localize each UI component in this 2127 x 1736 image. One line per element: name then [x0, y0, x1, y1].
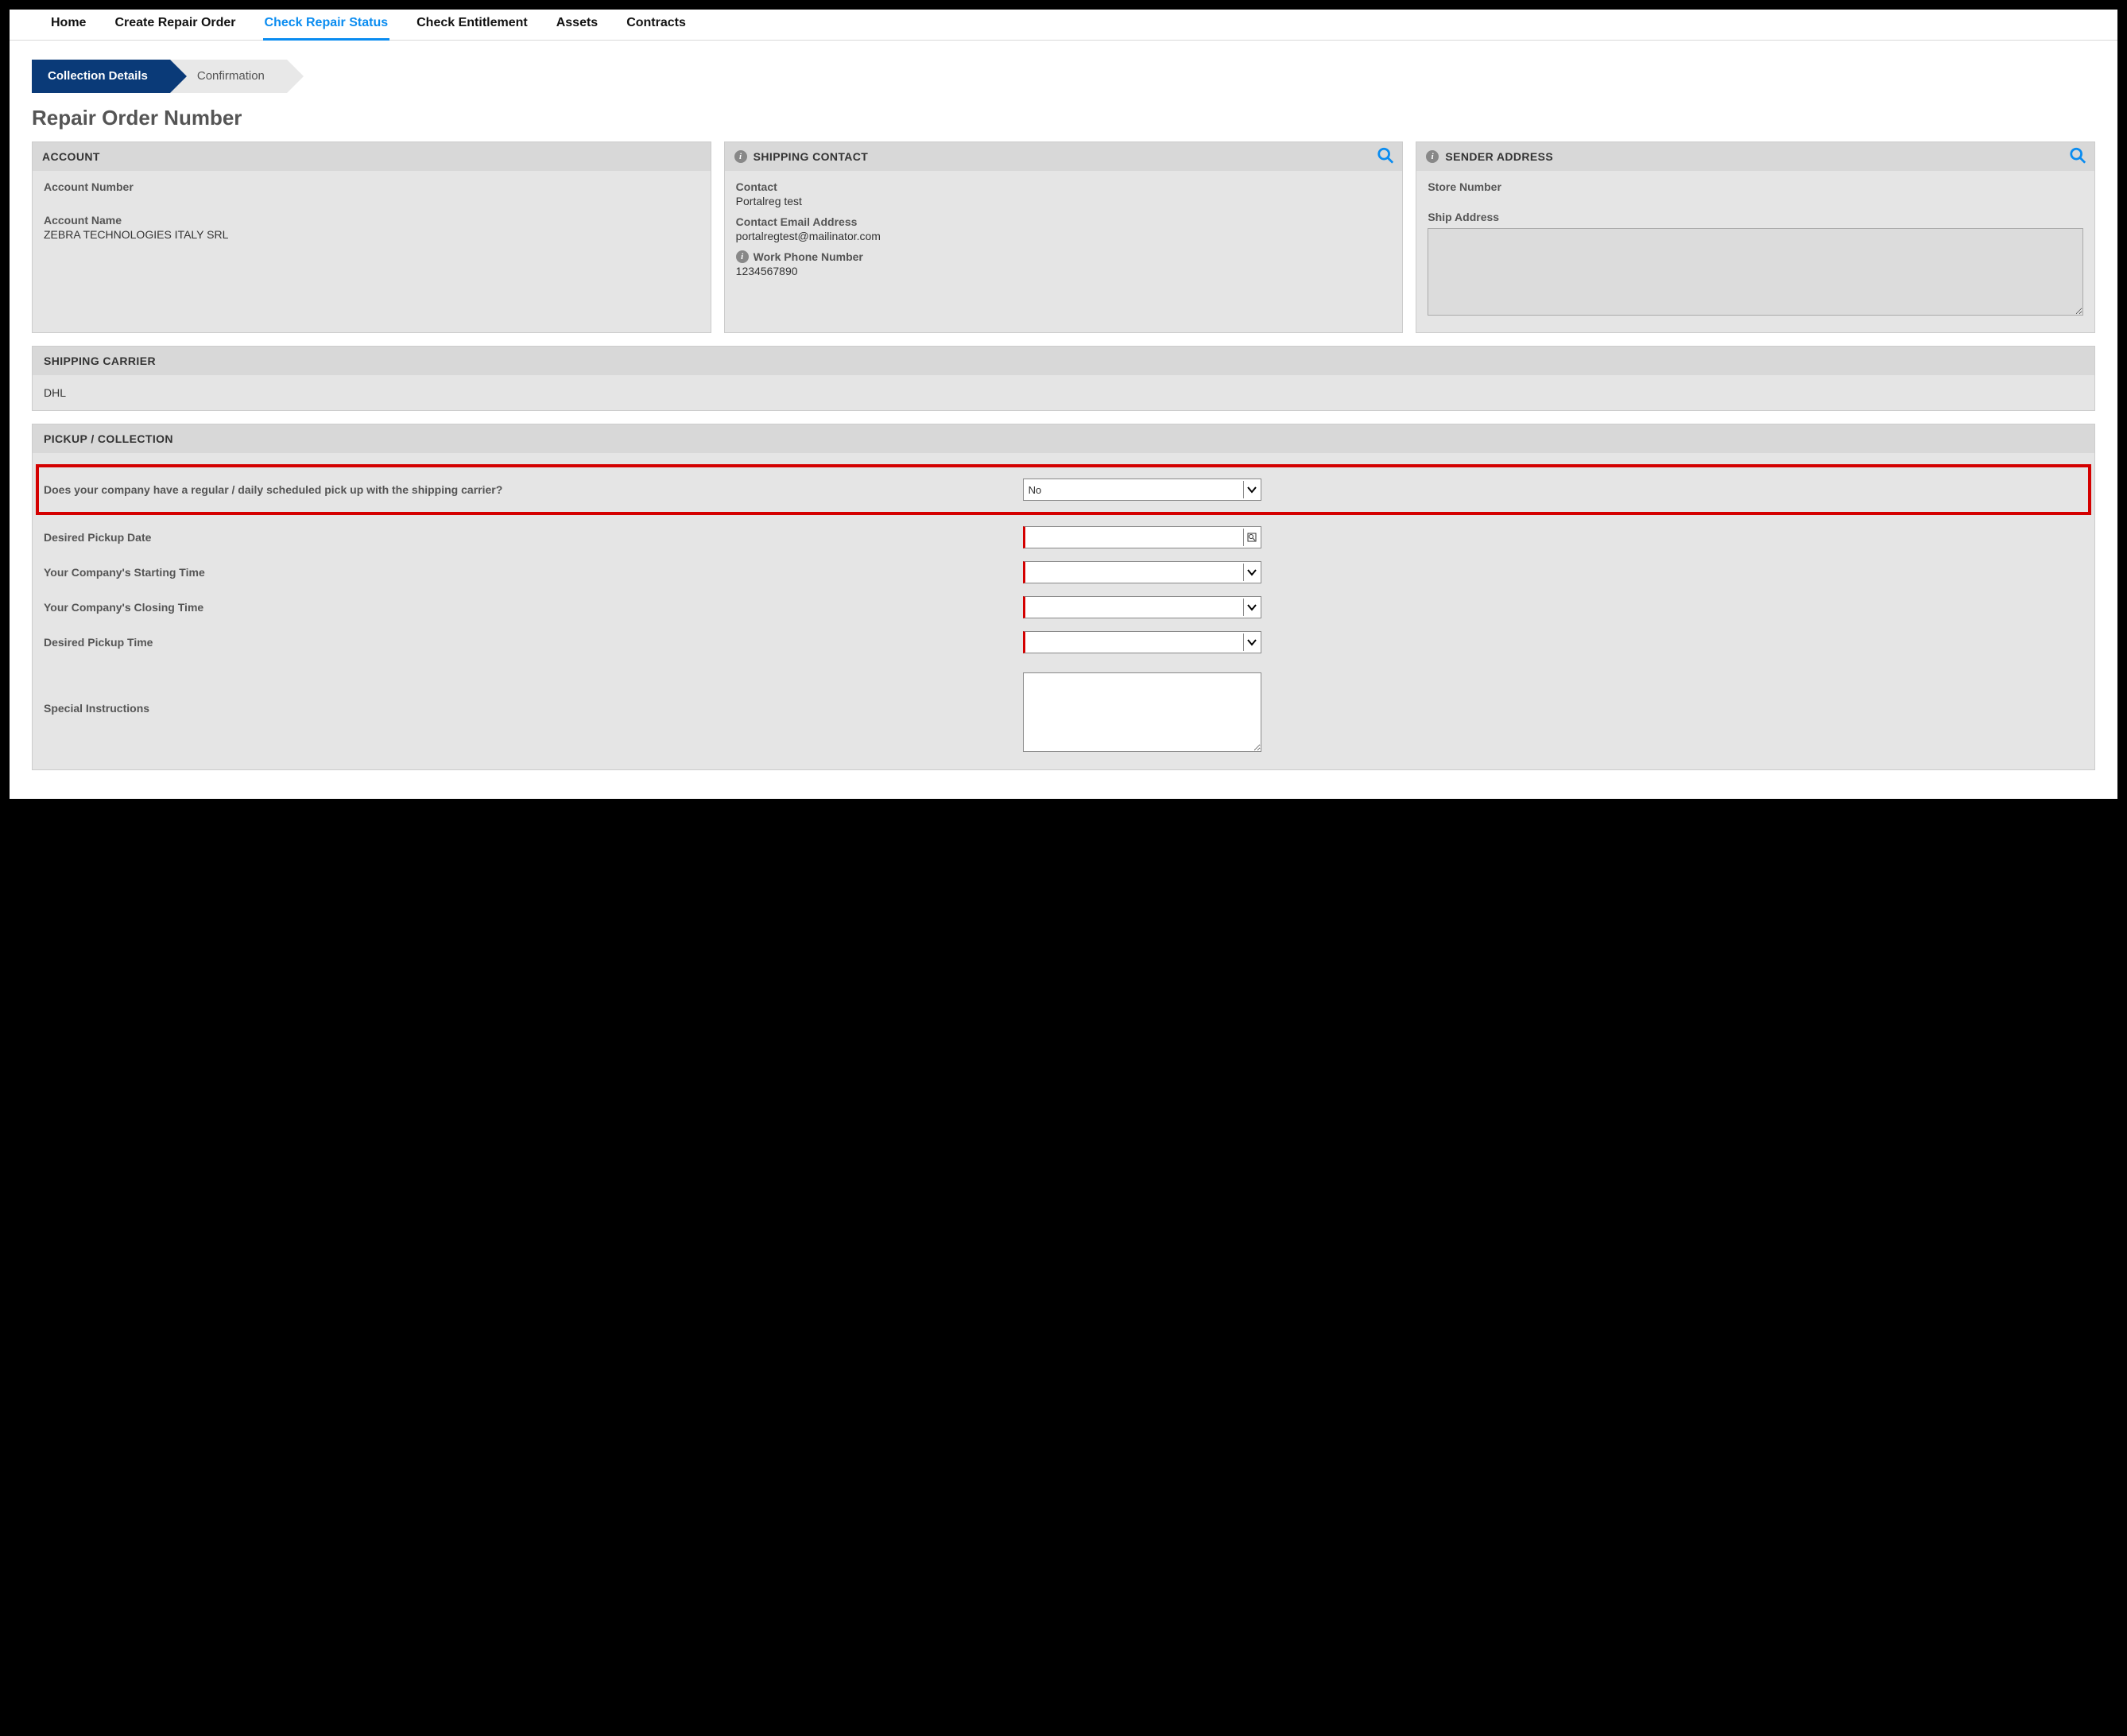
search-icon[interactable]	[2069, 147, 2086, 167]
nav-create-repair-order[interactable]: Create Repair Order	[113, 16, 237, 41]
nav-home[interactable]: Home	[49, 16, 87, 41]
account-name-value: ZEBRA TECHNOLOGIES ITALY SRL	[44, 228, 699, 241]
closing-time-select[interactable]	[1023, 596, 1261, 618]
search-icon[interactable]	[1377, 147, 1394, 167]
starting-time-select[interactable]	[1023, 561, 1261, 583]
work-phone-label: i Work Phone Number	[736, 250, 1392, 263]
closing-time-label: Your Company's Closing Time	[44, 600, 1023, 615]
info-icon: i	[736, 250, 749, 263]
contact-email-label: Contact Email Address	[736, 215, 1392, 228]
sender-address-heading-text: SENDER ADDRESS	[1445, 150, 1553, 163]
scheduled-pickup-value: No	[1029, 484, 1042, 496]
sender-address-heading: i SENDER ADDRESS	[1416, 142, 2094, 171]
account-name-label: Account Name	[44, 214, 699, 227]
scheduled-pickup-highlight: Does your company have a regular / daily…	[36, 464, 2091, 515]
desired-pickup-time-select[interactable]	[1023, 631, 1261, 653]
account-card: ACCOUNT Account Number Account Name ZEBR…	[32, 141, 711, 333]
nav-check-repair-status[interactable]: Check Repair Status	[263, 16, 390, 41]
work-phone-value: 1234567890	[736, 265, 1392, 277]
shipping-contact-heading-text: SHIPPING CONTACT	[754, 150, 869, 163]
info-cards-row: ACCOUNT Account Number Account Name ZEBR…	[32, 141, 2095, 333]
nav-assets[interactable]: Assets	[555, 16, 599, 41]
ship-address-textarea[interactable]	[1428, 228, 2083, 316]
desired-pickup-date-label: Desired Pickup Date	[44, 530, 1023, 545]
nav-contracts[interactable]: Contracts	[625, 16, 688, 41]
chevron-down-icon	[1243, 599, 1261, 616]
contact-label: Contact	[736, 180, 1392, 193]
chevron-down-icon	[1243, 634, 1261, 651]
chevron-down-icon	[1243, 564, 1261, 581]
desired-pickup-time-label: Desired Pickup Time	[44, 635, 1023, 650]
closing-time-row: Your Company's Closing Time	[44, 590, 2083, 625]
shipping-carrier-section: SHIPPING CARRIER DHL	[32, 346, 2095, 411]
desired-pickup-date-row: Desired Pickup Date	[44, 520, 2083, 555]
special-instructions-label: Special Instructions	[44, 672, 1023, 716]
scheduled-pickup-select[interactable]: No	[1023, 479, 1261, 501]
pickup-collection-heading: PICKUP / COLLECTION	[33, 424, 2094, 453]
page-title: Repair Order Number	[32, 106, 2117, 130]
sender-address-card: i SENDER ADDRESS Store Number Ship Addre…	[1416, 141, 2095, 333]
shipping-carrier-value: DHL	[33, 375, 2094, 410]
wizard-steps: Collection Details Confirmation	[32, 60, 2117, 93]
top-nav: Home Create Repair Order Check Repair St…	[10, 10, 2117, 41]
work-phone-label-text: Work Phone Number	[754, 250, 863, 263]
starting-time-label: Your Company's Starting Time	[44, 565, 1023, 580]
scheduled-pickup-row: Does your company have a regular / daily…	[44, 472, 2083, 507]
scheduled-pickup-label: Does your company have a regular / daily…	[44, 482, 1023, 498]
page-root: Home Create Repair Order Check Repair St…	[10, 10, 2117, 799]
account-number-label: Account Number	[44, 180, 699, 193]
content-area: ACCOUNT Account Number Account Name ZEBR…	[10, 141, 2117, 770]
desired-pickup-date-input[interactable]	[1023, 526, 1261, 548]
special-instructions-row: Special Instructions	[44, 660, 2083, 758]
wizard-step-collection-details[interactable]: Collection Details	[32, 60, 170, 93]
account-heading-text: ACCOUNT	[42, 150, 100, 163]
date-picker-icon[interactable]	[1243, 529, 1261, 546]
contact-value: Portalreg test	[736, 195, 1392, 207]
nav-check-entitlement[interactable]: Check Entitlement	[415, 16, 529, 41]
contact-email-value: portalregtest@mailinator.com	[736, 230, 1392, 242]
starting-time-row: Your Company's Starting Time	[44, 555, 2083, 590]
chevron-down-icon	[1243, 481, 1261, 498]
desired-pickup-time-row: Desired Pickup Time	[44, 625, 2083, 660]
ship-address-label: Ship Address	[1428, 211, 2083, 223]
shipping-contact-card: i SHIPPING CONTACT Contact Portalreg tes…	[724, 141, 1404, 333]
store-number-label: Store Number	[1428, 180, 2083, 193]
wizard-step-confirmation[interactable]: Confirmation	[170, 60, 287, 93]
special-instructions-textarea[interactable]	[1023, 672, 1261, 752]
shipping-carrier-heading: SHIPPING CARRIER	[33, 347, 2094, 375]
info-icon: i	[1426, 150, 1439, 163]
info-icon: i	[734, 150, 747, 163]
account-card-heading: ACCOUNT	[33, 142, 711, 171]
pickup-collection-section: PICKUP / COLLECTION Does your company ha…	[32, 424, 2095, 770]
shipping-contact-heading: i SHIPPING CONTACT	[725, 142, 1403, 171]
